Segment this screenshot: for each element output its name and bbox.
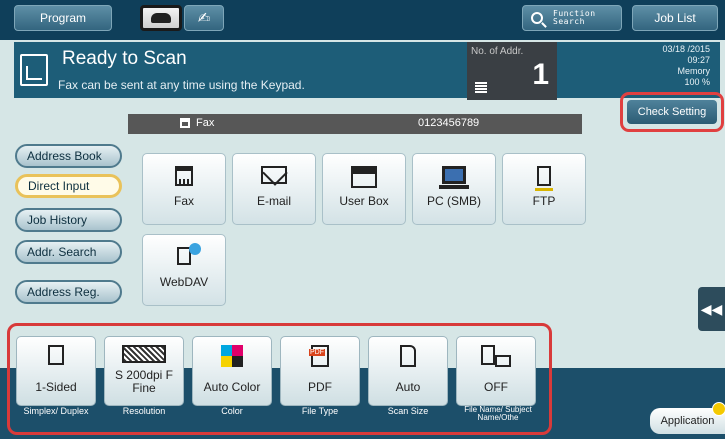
dest-email-label: E-mail xyxy=(256,194,291,208)
handset-icon: ✍ xyxy=(197,10,211,27)
fax-icon xyxy=(180,118,190,128)
check-setting-highlight: Check Setting xyxy=(620,92,724,132)
settings-highlight xyxy=(7,323,552,435)
scan-status-icon xyxy=(20,54,48,86)
dest-webdav-label: WebDAV xyxy=(159,275,209,289)
handset-button[interactable]: ✍ xyxy=(184,5,224,31)
destination-type: Fax xyxy=(196,117,215,129)
status-title: Ready to Scan xyxy=(62,48,187,69)
side-addr-search[interactable]: Addr. Search xyxy=(15,240,122,264)
check-setting-button[interactable]: Check Setting xyxy=(627,100,717,124)
dest-user-box-label: User Box xyxy=(339,194,389,208)
dest-fax-label: Fax xyxy=(173,194,194,208)
status-panel: Ready to Scan Fax can be sent at any tim… xyxy=(14,42,720,100)
webdav-icon xyxy=(177,243,201,265)
side-job-history[interactable]: Job History xyxy=(15,208,122,232)
dest-fax-button[interactable]: Fax xyxy=(142,153,226,225)
mail-icon xyxy=(261,166,287,184)
program-button[interactable]: Program xyxy=(14,5,112,31)
dest-email-button[interactable]: E-mail xyxy=(232,153,316,225)
destination-number: 0123456789 xyxy=(418,117,480,129)
date: 03/18 /2015 xyxy=(662,44,710,54)
function-search-button[interactable]: Function Search xyxy=(522,5,622,31)
ftp-icon xyxy=(535,166,553,191)
search-icon xyxy=(531,12,543,24)
job-list-button[interactable]: Job List xyxy=(632,5,718,31)
time: 09:27 xyxy=(687,55,710,65)
dest-ftp-label: FTP xyxy=(532,194,556,208)
list-icon xyxy=(475,82,487,94)
dest-ftp-button[interactable]: FTP xyxy=(502,153,586,225)
top-bar: Program ✍ Function Search Job List xyxy=(0,0,725,40)
memory-value: 100 % xyxy=(684,77,710,86)
dest-pc-smb-button[interactable]: PC (SMB) xyxy=(412,153,496,225)
user-box-icon xyxy=(351,166,377,188)
datetime-memory: 03/18 /2015 09:27 Memory 100 % xyxy=(630,44,710,86)
notification-dot xyxy=(712,402,725,416)
side-address-reg[interactable]: Address Reg. xyxy=(15,280,122,304)
telephone-icon xyxy=(151,13,171,23)
side-direct-input[interactable]: Direct Input xyxy=(15,174,122,198)
dest-pc-smb-label: PC (SMB) xyxy=(427,194,481,208)
pc-icon xyxy=(439,166,469,189)
dest-user-box-button[interactable]: User Box xyxy=(322,153,406,225)
function-search-label: Function Search xyxy=(553,9,596,26)
telephone-button[interactable] xyxy=(140,5,182,31)
address-count-panel[interactable]: No. of Addr. 1 xyxy=(467,42,557,100)
destination-bar: Fax 0123456789 xyxy=(128,114,582,134)
address-count-label: No. of Addr. xyxy=(471,46,524,57)
status-subtitle: Fax can be sent at any time using the Ke… xyxy=(58,78,305,92)
address-count: 1 xyxy=(532,58,549,91)
memory-label: Memory xyxy=(677,66,710,76)
collapse-panel-button[interactable]: ◀◀ xyxy=(698,287,725,331)
side-address-book[interactable]: Address Book xyxy=(15,144,122,168)
dest-webdav-button[interactable]: WebDAV xyxy=(142,234,226,306)
fax-icon xyxy=(175,166,193,186)
